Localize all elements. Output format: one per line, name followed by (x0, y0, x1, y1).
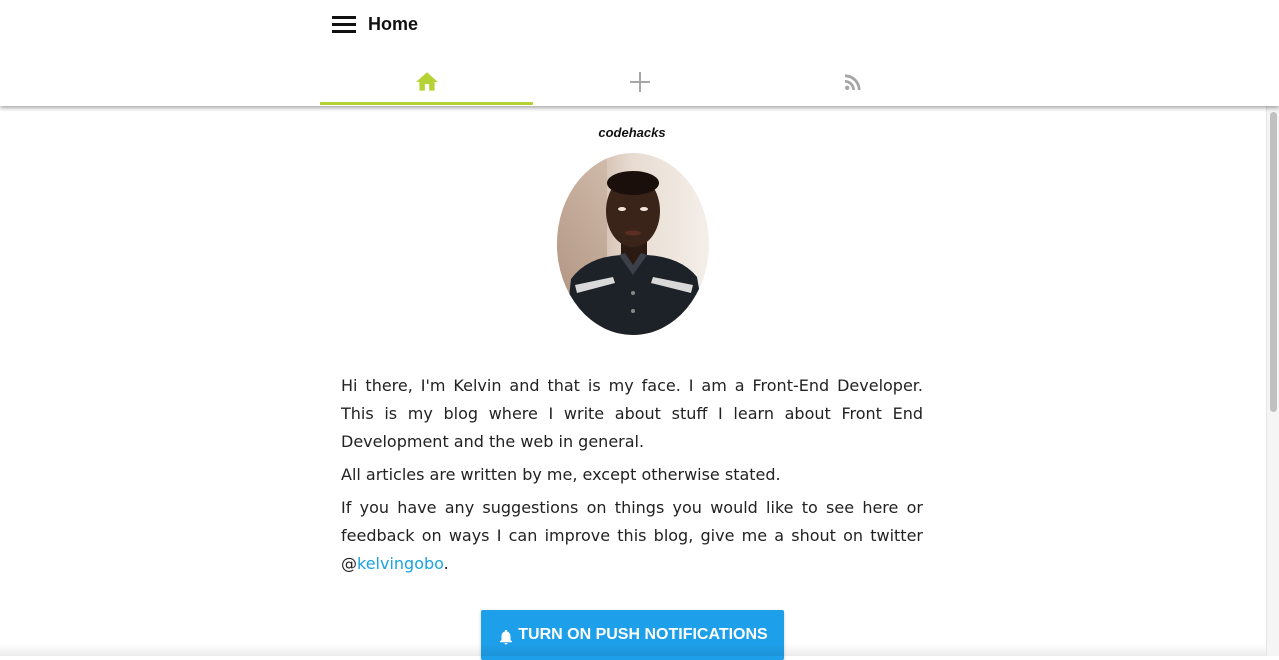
push-notifications-label: TURN ON PUSH NOTIFICATIONS (518, 626, 768, 643)
app-header: Home (0, 0, 1279, 106)
scrollbar[interactable] (1266, 106, 1279, 656)
scrollbar-thumb[interactable] (1270, 112, 1277, 412)
tab-home[interactable] (320, 58, 533, 106)
bio-paragraph: All articles are written by me, except o… (341, 465, 781, 484)
hamburger-menu-icon[interactable] (330, 12, 358, 38)
contact-text-end: . (443, 554, 449, 573)
site-name: codehacks (598, 125, 666, 140)
page-title: Home (368, 14, 419, 34)
avatar (557, 153, 709, 335)
rss-icon (844, 74, 861, 90)
tab-add[interactable] (533, 58, 746, 106)
bio-paragraph-contact: If you have any suggestions on things yo… (341, 494, 923, 578)
bio-section: Hi there, I'm Kelvin and that is my face… (341, 372, 923, 583)
active-tab-indicator (320, 102, 533, 105)
bio-paragraph: Hi there, I'm Kelvin and that is my face… (341, 376, 923, 451)
plus-icon (629, 72, 650, 92)
home-icon (415, 72, 438, 91)
twitter-link[interactable]: kelvingobo (357, 554, 444, 573)
bottom-shade (0, 644, 1266, 656)
tab-rss[interactable] (746, 58, 959, 106)
